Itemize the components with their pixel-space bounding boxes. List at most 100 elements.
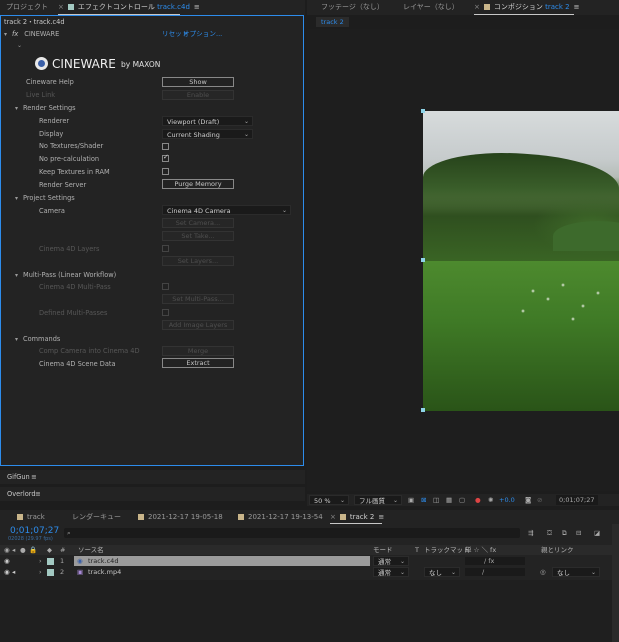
show-snapshot-icon[interactable]: ⊘: [537, 495, 542, 505]
timeline-search-input[interactable]: ⌕: [64, 528, 520, 538]
frame-blend-icon[interactable]: ⊟: [576, 528, 581, 538]
hamburger-icon[interactable]: ≡: [35, 488, 41, 500]
flowers: [423, 271, 619, 351]
audio-icon: ◂: [12, 546, 16, 554]
options-link[interactable]: オプション...: [183, 28, 222, 40]
tab-effect-controls[interactable]: × エフェクトコントロール track.c4d ≡: [58, 0, 200, 15]
shy-icon[interactable]: ⧉: [562, 528, 567, 538]
timeline-timecode[interactable]: 0;01;07;27: [10, 526, 59, 536]
layer-mode-select[interactable]: 通常 ⌄: [373, 556, 409, 566]
hamburger-icon[interactable]: ≡: [194, 3, 200, 11]
label-swatch-icon: [238, 513, 244, 520]
frame-handle[interactable]: [421, 408, 425, 412]
visibility-icon[interactable]: ◉: [4, 567, 10, 577]
close-icon[interactable]: ×: [474, 3, 480, 11]
overlord-panel-tab[interactable]: Overlord ≡: [0, 487, 305, 501]
no-precalc-label: No pre-calculation: [39, 155, 100, 163]
guides-icon[interactable]: ▦: [446, 495, 452, 505]
timeline-tab[interactable]: 2021-12-17 19-13-54: [238, 510, 323, 525]
trackmatte-select[interactable]: なし ⌄: [424, 567, 460, 577]
maxon-logo-inner-icon: [38, 60, 45, 67]
commands-group[interactable]: ▾ Commands: [15, 333, 60, 345]
render-settings-group[interactable]: ▾ Render Settings: [15, 102, 76, 114]
no-precalc-checkbox[interactable]: [162, 153, 169, 162]
close-icon[interactable]: ×: [330, 513, 336, 521]
composition-subtab[interactable]: track 2: [316, 17, 349, 27]
project-settings-group[interactable]: ▾ Project Settings: [15, 192, 75, 204]
chevron-down-icon[interactable]: ▾: [15, 103, 23, 115]
switches-area[interactable]: [465, 568, 525, 576]
motion-blur-icon[interactable]: ◪: [594, 528, 600, 538]
footage-frame[interactable]: [423, 111, 619, 411]
exposure-icon[interactable]: ✺: [488, 495, 493, 505]
audio-icon[interactable]: ◂: [12, 567, 15, 577]
layer-mode-select[interactable]: 通常 ⌄: [373, 567, 409, 577]
frame-handle[interactable]: [421, 258, 425, 262]
transparency-grid-icon[interactable]: ⊠: [421, 495, 426, 505]
chevron-down-icon[interactable]: ⌄: [17, 40, 22, 52]
tree-line: [423, 153, 619, 213]
gifgun-panel-tab[interactable]: GifGun ≡: [0, 470, 305, 484]
tab-effect-controls-target: track.c4d: [157, 3, 190, 11]
renderer-select[interactable]: Viewport (Draft) ⌄: [162, 116, 253, 126]
tab-composition[interactable]: × コンポジション track 2 ≡: [474, 0, 579, 15]
expand-chevron-icon[interactable]: ›: [39, 556, 42, 566]
chevron-down-icon[interactable]: ▾: [15, 193, 23, 205]
fx-switch-icon[interactable]: / fx: [484, 556, 494, 566]
purge-memory-button[interactable]: Purge Memory: [162, 179, 234, 189]
chevron-down-icon[interactable]: ▾: [15, 270, 23, 282]
region-of-interest-icon[interactable]: ▣: [408, 495, 414, 505]
chevron-down-icon[interactable]: ▾: [4, 29, 12, 41]
layer-label-swatch[interactable]: [47, 569, 54, 576]
parent-select[interactable]: なし ⌄: [552, 567, 600, 577]
zoom-select[interactable]: 50 % ⌄: [309, 495, 349, 505]
fx-badge[interactable]: fx: [12, 30, 18, 38]
snapshot-icon[interactable]: ◙: [525, 495, 531, 505]
timeline-tab[interactable]: レンダーキュー: [72, 510, 121, 525]
live-link-label: Live Link: [26, 91, 56, 99]
visibility-icon[interactable]: ◉: [4, 556, 10, 566]
effect-header[interactable]: ▾ fx CINEWARE: [4, 28, 59, 40]
tab-project[interactable]: プロジェクト: [6, 0, 48, 15]
composition-viewer[interactable]: [307, 29, 619, 491]
chevron-down-icon[interactable]: ▾: [15, 334, 23, 346]
close-icon[interactable]: ×: [58, 3, 64, 11]
chevron-down-icon: ⌄: [450, 569, 456, 576]
layer-label-swatch[interactable]: [47, 558, 54, 565]
hamburger-icon[interactable]: ≡: [31, 471, 37, 483]
timeline-frame-info: 02028 (29.97 fps): [8, 536, 53, 542]
display-label: Display: [39, 130, 64, 138]
c4d-multipass-checkbox: [162, 283, 169, 290]
display-select[interactable]: Current Shading ⌄: [162, 129, 253, 139]
multipass-group[interactable]: ▾ Multi-Pass (Linear Workflow): [15, 269, 116, 281]
draft-3d-icon[interactable]: ⛋: [547, 528, 552, 538]
no-textures-checkbox[interactable]: [162, 143, 169, 150]
exposure-value[interactable]: +0.0: [499, 495, 515, 505]
tab-footage[interactable]: フッテージ（なし）: [321, 0, 384, 15]
table-row[interactable]: ◉ › 1 ◉ track.c4d 通常 ⌄ / fx: [0, 556, 619, 566]
show-button[interactable]: Show: [162, 77, 234, 87]
hamburger-icon[interactable]: ≡: [574, 3, 580, 11]
switch-icon[interactable]: /: [482, 567, 484, 577]
comp-flowchart-icon[interactable]: ⇶: [528, 528, 533, 538]
timeline-tab[interactable]: track: [17, 510, 45, 525]
mask-visibility-icon[interactable]: ◫: [433, 495, 439, 505]
table-row[interactable]: ◉ ◂ › 2 ▣ track.mp4 通常 ⌄ なし ⌄ / ◎ なし ⌄: [0, 567, 619, 577]
keep-textures-checkbox[interactable]: [162, 168, 169, 175]
camera-select[interactable]: Cinema 4D Camera ⌄: [162, 205, 291, 215]
hamburger-icon[interactable]: ≡: [378, 513, 384, 521]
color-management-icon[interactable]: ●: [475, 495, 481, 505]
viewer-timecode[interactable]: 0;01;07;27: [556, 495, 598, 505]
pickwhip-icon[interactable]: ◎: [540, 567, 546, 577]
chevron-down-icon: ⌄: [339, 497, 345, 504]
timeline-tab[interactable]: 2021-12-17 19-05-18: [138, 510, 223, 525]
3d-view-icon[interactable]: ▢: [459, 495, 465, 505]
current-time-indicator[interactable]: [612, 524, 619, 642]
switches-area[interactable]: [465, 557, 525, 565]
extract-button[interactable]: Extract: [162, 358, 234, 368]
expand-chevron-icon[interactable]: ›: [39, 567, 42, 577]
quality-select[interactable]: フル画質 ⌄: [354, 495, 402, 505]
timeline-empty-area[interactable]: [0, 580, 612, 642]
tab-layer[interactable]: レイヤー（なし）: [403, 0, 459, 15]
frame-handle[interactable]: [421, 109, 425, 113]
